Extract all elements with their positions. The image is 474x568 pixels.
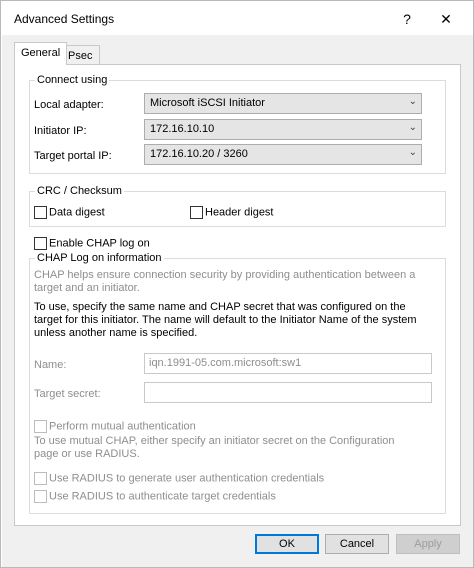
chap-name-value: iqn.1991-05.com.microsoft:sw1 [149,357,302,369]
enable-chap-label: Enable CHAP log on [49,237,150,250]
target-secret-input[interactable] [144,382,432,403]
header-digest-checkbox[interactable]: Header digest [190,206,274,220]
tab-general[interactable]: General [14,42,68,65]
cancel-button[interactable]: Cancel [325,534,389,554]
target-secret-label: Target secret: [34,388,101,400]
chevron-down-icon: ⌄ [408,122,417,133]
target-portal-value: 172.16.10.20 / 3260 [150,148,248,160]
checkbox-box[interactable] [34,237,47,250]
checkbox-box[interactable] [34,206,47,219]
chap-name-label: Name: [34,359,67,371]
advanced-settings-dialog: Advanced Settings ? ✕ General IPsec Conn… [0,0,474,568]
initiator-ip-value: 172.16.10.10 [150,123,215,135]
target-portal-label: Target portal IP: [34,150,112,162]
ok-button[interactable]: OK [255,534,319,554]
dialog-client-area: General IPsec Connect using Local adapte… [2,35,473,567]
chap-info-legend: CHAP Log on information [35,252,164,264]
chap-help-text: CHAP helps ensure connection security by… [34,269,416,294]
title-bar: Advanced Settings ? ✕ [1,1,473,35]
local-adapter-select[interactable]: Microsoft iSCSI Initiator ⌄ [144,93,422,114]
chap-instructions-text: To use, specify the same name and CHAP s… [34,301,417,339]
mutual-chap-text: To use mutual CHAP, either specify an in… [34,435,395,460]
radius-user-checkbox[interactable]: Use RADIUS to generate user authenticati… [34,472,324,486]
mutual-auth-checkbox[interactable]: Perform mutual authentication [34,420,196,434]
close-button[interactable]: ✕ [433,9,459,29]
enable-chap-checkbox[interactable]: Enable CHAP log on [34,237,150,251]
radius-user-label: Use RADIUS to generate user authenticati… [49,472,325,485]
local-adapter-value: Microsoft iSCSI Initiator [150,97,265,109]
chevron-down-icon: ⌄ [408,96,417,107]
target-portal-select[interactable]: 172.16.10.20 / 3260 ⌄ [144,144,422,165]
chap-name-input[interactable]: iqn.1991-05.com.microsoft:sw1 [144,353,432,374]
data-digest-checkbox[interactable]: Data digest [34,206,105,220]
checkbox-box[interactable] [34,420,47,433]
initiator-ip-label: Initiator IP: [34,125,87,137]
mutual-auth-label: Perform mutual authentication [49,420,196,433]
checkbox-box[interactable] [34,490,47,503]
local-adapter-label: Local adapter: [34,99,104,111]
checkbox-box[interactable] [190,206,203,219]
general-tab-panel: Connect using Local adapter: Microsoft i… [14,64,461,526]
checkbox-box[interactable] [34,472,47,485]
apply-button[interactable]: Apply [396,534,460,554]
radius-target-label: Use RADIUS to authenticate target creden… [49,490,276,503]
data-digest-label: Data digest [49,206,105,219]
header-digest-label: Header digest [205,206,274,219]
initiator-ip-select[interactable]: 172.16.10.10 ⌄ [144,119,422,140]
crc-checksum-legend: CRC / Checksum [35,185,124,197]
help-button[interactable]: ? [394,9,420,29]
chevron-down-icon: ⌄ [408,147,417,158]
connect-using-legend: Connect using [35,74,110,86]
dialog-title: Advanced Settings [14,12,115,26]
radius-target-checkbox[interactable]: Use RADIUS to authenticate target creden… [34,490,276,504]
